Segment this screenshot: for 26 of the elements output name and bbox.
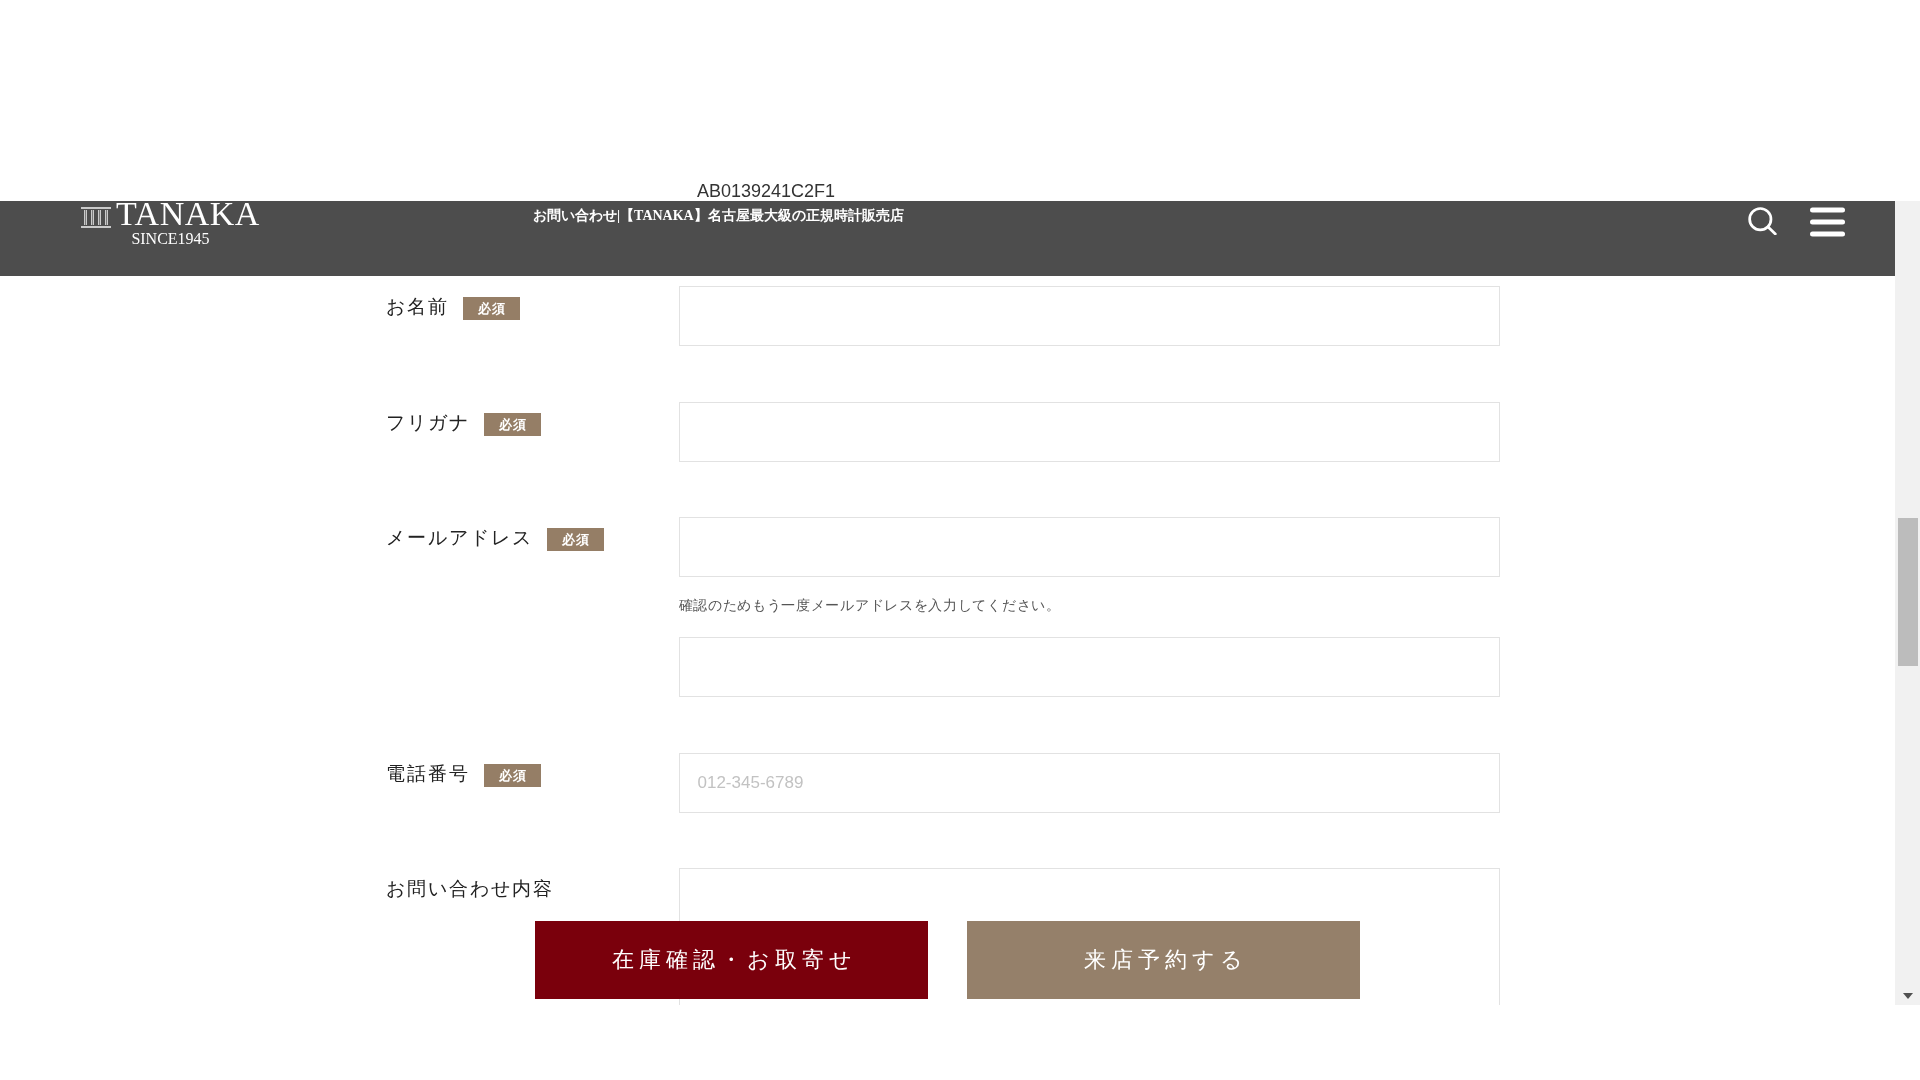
header-title: お問い合わせ|【TANAKA】名古屋最大級の正規時計販売店 (533, 207, 904, 225)
scrollbar-thumb[interactable] (1897, 518, 1918, 666)
required-badge: 必須 (483, 412, 541, 436)
required-badge: 必須 (462, 297, 520, 321)
input-field[interactable] (678, 517, 1500, 577)
required-badge: 必須 (546, 528, 604, 552)
search-icon[interactable] (1748, 207, 1777, 235)
pillar-logo-icon (81, 207, 112, 228)
scroll-down-icon[interactable] (1902, 993, 1913, 999)
field-label: お名前 (385, 295, 449, 319)
code-text: AB0139241C2F1 (697, 182, 836, 201)
input-field[interactable] (678, 286, 1500, 346)
input-field[interactable] (678, 637, 1500, 697)
field-label: 電話番号 (385, 761, 470, 786)
field-label: お問い合わせ内容 (385, 877, 554, 901)
required-badge: 必須 (483, 763, 541, 787)
input-field[interactable]: 012-345-6789 (678, 752, 1500, 813)
action-button[interactable]: 在庫確認・お取寄せ (535, 921, 928, 999)
input-field[interactable] (678, 401, 1500, 462)
confirm-hint-text: 確認のためもう一度メールアドレスを入力してください。 (678, 597, 1062, 615)
action-button[interactable]: 来店予約する (967, 921, 1360, 999)
field-label: フリガナ (385, 410, 470, 435)
field-label: メールアドレス (385, 526, 533, 550)
logo-tagline: SINCE1945 (131, 231, 210, 247)
menu-icon[interactable] (1810, 207, 1845, 237)
logo-wordmark[interactable]: TANAKA (116, 201, 260, 231)
